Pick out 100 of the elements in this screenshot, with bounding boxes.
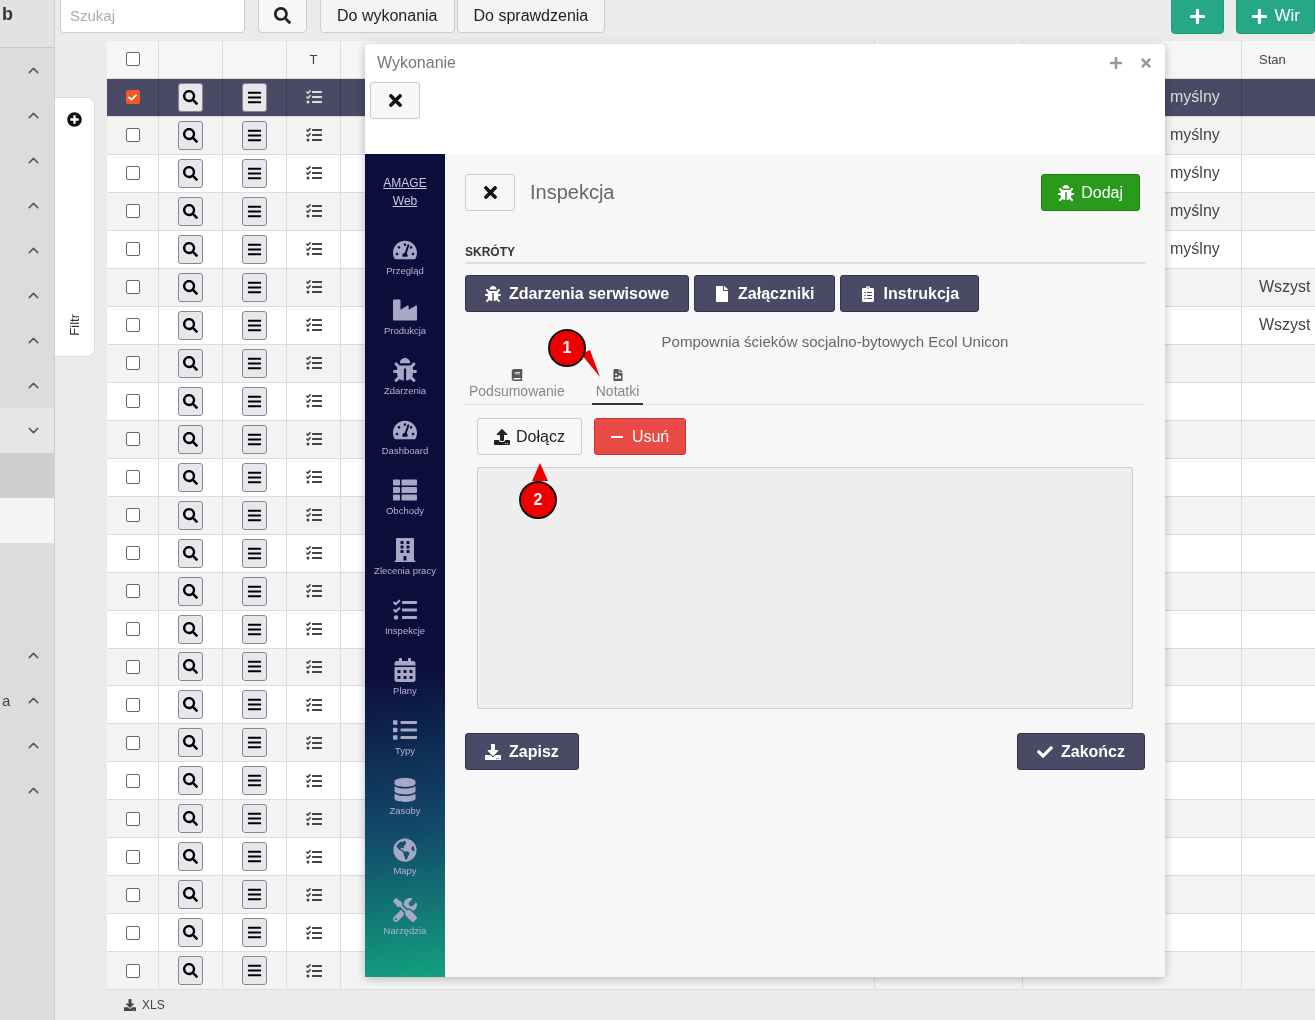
checkbox[interactable]	[125, 90, 140, 105]
filter-button[interactable]: Do wykonania	[320, 0, 455, 33]
menu-button[interactable]	[242, 956, 267, 986]
nav-item[interactable]: Typy	[393, 718, 417, 778]
checkbox[interactable]	[125, 356, 140, 371]
nav-item[interactable]: Mapy	[393, 838, 417, 898]
menu-button[interactable]	[242, 538, 267, 568]
checkbox[interactable]	[125, 508, 140, 523]
menu-button[interactable]	[242, 652, 267, 682]
menu-button[interactable]	[242, 918, 267, 948]
save-button[interactable]: Zapisz	[465, 733, 579, 770]
menu-button[interactable]	[242, 82, 267, 112]
menu-button[interactable]	[242, 576, 267, 606]
close-button[interactable]	[465, 174, 515, 211]
menu-button[interactable]	[242, 196, 267, 226]
menu-button[interactable]	[242, 272, 267, 302]
close-icon[interactable]	[1139, 56, 1153, 70]
checkbox[interactable]	[125, 280, 140, 295]
nav-item[interactable]: Zasoby	[389, 778, 421, 838]
search-button[interactable]	[178, 500, 203, 530]
checkbox[interactable]	[125, 128, 140, 143]
checkbox[interactable]	[125, 773, 140, 788]
checkbox[interactable]	[125, 887, 140, 902]
checkbox[interactable]	[125, 735, 140, 750]
checkbox[interactable]	[125, 166, 140, 181]
shortcut-button[interactable]: Instrukcja	[839, 275, 980, 312]
brand-link[interactable]: AMAGE Web	[380, 174, 430, 210]
search-button[interactable]	[178, 424, 203, 454]
add-button[interactable]: Dodaj	[1041, 174, 1140, 211]
menu-button[interactable]	[242, 158, 267, 188]
search-button[interactable]	[178, 158, 203, 188]
nav-item[interactable]: Dashboard	[381, 418, 429, 478]
search-button[interactable]	[178, 462, 203, 492]
search-button[interactable]	[258, 0, 307, 33]
nav-item[interactable]: Inspekcje	[384, 598, 426, 658]
shortcut-button[interactable]: Zdarzenia serwisowe	[465, 275, 690, 312]
export-link[interactable]: XLS	[124, 998, 165, 1013]
checkbox[interactable]	[125, 242, 140, 257]
column-header[interactable]: Stan	[1259, 52, 1286, 67]
attach-button[interactable]: Dołącz	[477, 418, 582, 455]
checkbox[interactable]	[125, 318, 140, 333]
search-button[interactable]	[178, 652, 203, 682]
menu-button[interactable]	[242, 500, 267, 530]
checkbox[interactable]	[125, 697, 140, 712]
filter-button[interactable]: Do sprawdzenia	[456, 0, 606, 33]
filter-tab[interactable]: Filtr	[55, 97, 95, 357]
menu-button[interactable]	[242, 690, 267, 720]
checkbox[interactable]	[125, 470, 140, 485]
nav-item[interactable]: Plany	[393, 658, 417, 718]
menu-button[interactable]	[242, 842, 267, 872]
menu-button[interactable]	[242, 120, 267, 150]
search-button[interactable]	[178, 310, 203, 340]
checkbox[interactable]	[125, 660, 140, 674]
menu-button[interactable]	[242, 234, 267, 264]
search-field[interactable]: Szukaj	[60, 0, 245, 33]
menu-button[interactable]	[242, 766, 267, 796]
checkbox[interactable]	[125, 925, 140, 940]
search-button[interactable]	[178, 842, 203, 872]
search-button[interactable]	[178, 196, 203, 226]
search-button[interactable]	[178, 82, 203, 112]
search-button[interactable]	[178, 272, 203, 302]
notes-field[interactable]	[477, 467, 1133, 709]
search-button[interactable]	[178, 804, 203, 834]
menu-button[interactable]	[242, 880, 267, 910]
search-button[interactable]	[178, 120, 203, 150]
checkbox[interactable]	[125, 432, 140, 447]
close-button[interactable]	[370, 82, 420, 119]
column-header[interactable]: T	[309, 52, 318, 67]
search-button[interactable]	[178, 348, 203, 378]
menu-button[interactable]	[242, 424, 267, 454]
search-button[interactable]	[178, 880, 203, 910]
search-button[interactable]	[178, 766, 203, 796]
checkbox[interactable]	[125, 963, 140, 978]
search-button[interactable]	[178, 576, 203, 606]
nav-item[interactable]: Produkcja	[383, 298, 427, 358]
search-button[interactable]	[178, 538, 203, 568]
menu-button[interactable]	[242, 462, 267, 492]
menu-button[interactable]	[242, 348, 267, 378]
menu-button[interactable]	[242, 310, 267, 340]
checkbox[interactable]	[125, 394, 140, 409]
menu-button[interactable]	[242, 614, 267, 644]
checkbox[interactable]	[125, 849, 140, 864]
finish-button[interactable]: Zakończ	[1017, 733, 1145, 770]
search-button[interactable]	[178, 614, 203, 644]
shortcut-button[interactable]: Załączniki	[694, 275, 835, 312]
search-button[interactable]	[178, 728, 203, 758]
search-button[interactable]	[178, 690, 203, 720]
checkbox[interactable]	[125, 52, 140, 67]
nav-item[interactable]: Zdarzenia	[383, 358, 427, 418]
nav-item[interactable]: Przegląd	[386, 238, 424, 298]
menu-button[interactable]	[242, 386, 267, 416]
search-button[interactable]	[178, 234, 203, 264]
search-button[interactable]	[178, 956, 203, 986]
sidebar-group[interactable]: a	[0, 678, 54, 723]
add-button[interactable]	[1170, 0, 1224, 34]
checkbox[interactable]	[125, 622, 140, 636]
checkbox[interactable]	[125, 546, 140, 561]
menu-button[interactable]	[242, 728, 267, 758]
checkbox[interactable]	[125, 204, 140, 219]
remove-button[interactable]: Usuń	[593, 418, 687, 455]
